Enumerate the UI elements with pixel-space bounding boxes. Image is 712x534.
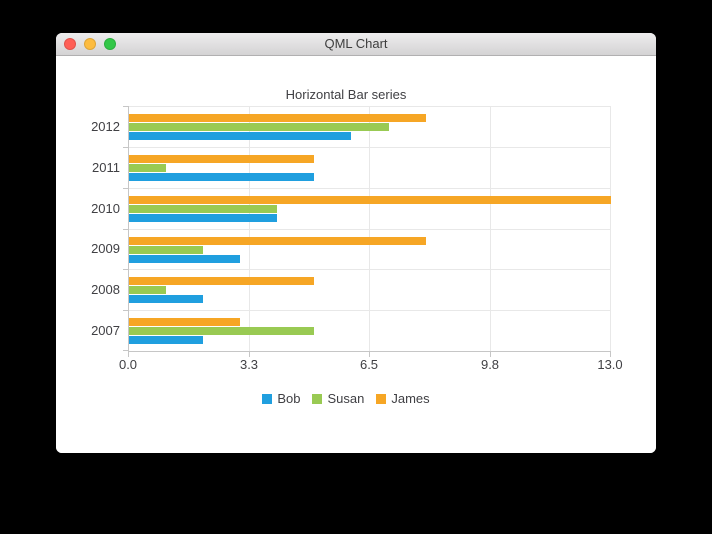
y-axis-label: 2011 [56,160,120,175]
legend-item-susan: Susan [312,392,364,405]
y-axis-tick [123,229,129,230]
y-axis-tick [123,188,129,189]
legend-marker-bob [262,394,272,404]
qml-chart-window: QML Chart Horizontal Bar series 0.0 3.3 6.… [56,33,656,453]
x-axis-label: 9.8 [481,358,499,372]
y-axis-tick [123,310,129,311]
chart-title: Horizontal Bar series [56,87,636,102]
bar-james-2011 [129,155,314,163]
y-axis-label: 2012 [56,119,120,134]
bar-susan-2007 [129,327,314,335]
zoom-button[interactable] [104,38,116,50]
window-content: Horizontal Bar series 0.0 3.3 6.5 9.8 13.0 20… [56,56,656,453]
bar-bob-2008 [129,295,203,303]
legend-label: James [391,392,429,405]
close-button[interactable] [64,38,76,50]
y-axis-tick [123,350,129,351]
bar-james-2012 [129,114,426,122]
legend-marker-james [376,394,386,404]
bar-james-2008 [129,277,314,285]
y-axis-tick [123,147,129,148]
window-title: QML Chart [56,33,656,55]
y-axis-tick [123,269,129,270]
bar-bob-2009 [129,255,240,263]
grid-line-h [129,229,611,230]
grid-line-h [129,147,611,148]
bar-bob-2007 [129,336,203,344]
legend-marker-susan [312,394,322,404]
bar-susan-2010 [129,205,277,213]
x-axis-label: 6.5 [360,358,378,372]
window-titlebar[interactable]: QML Chart [56,33,656,56]
bar-bob-2011 [129,173,314,181]
minimize-button[interactable] [84,38,96,50]
legend-label: Bob [277,392,300,405]
bar-bob-2010 [129,214,277,222]
grid-line-h [129,106,611,107]
bar-james-2010 [129,196,611,204]
bar-bob-2012 [129,132,351,140]
y-axis-label: 2008 [56,282,120,297]
y-axis-label: 2010 [56,201,120,216]
legend-label: Susan [327,392,364,405]
y-axis-label: 2007 [56,323,120,338]
traffic-lights [64,38,116,50]
bar-susan-2011 [129,164,166,172]
plot-area [128,106,611,352]
chart-view: Horizontal Bar series 0.0 3.3 6.5 9.8 13.0 20… [56,56,636,453]
legend-item-james: James [376,392,429,405]
x-axis-label: 13.0 [597,358,622,372]
bar-james-2007 [129,318,240,326]
y-axis-tick [123,106,129,107]
bar-james-2009 [129,237,426,245]
bar-susan-2009 [129,246,203,254]
x-axis-label: 0.0 [119,358,137,372]
bar-susan-2008 [129,286,166,294]
x-axis-label: 3.3 [240,358,258,372]
legend: Bob Susan James [56,392,636,405]
grid-line-h [129,188,611,189]
legend-item-bob: Bob [262,392,300,405]
grid-line-h [129,310,611,311]
y-axis-label: 2009 [56,241,120,256]
grid-line-h [129,269,611,270]
bar-susan-2012 [129,123,389,131]
